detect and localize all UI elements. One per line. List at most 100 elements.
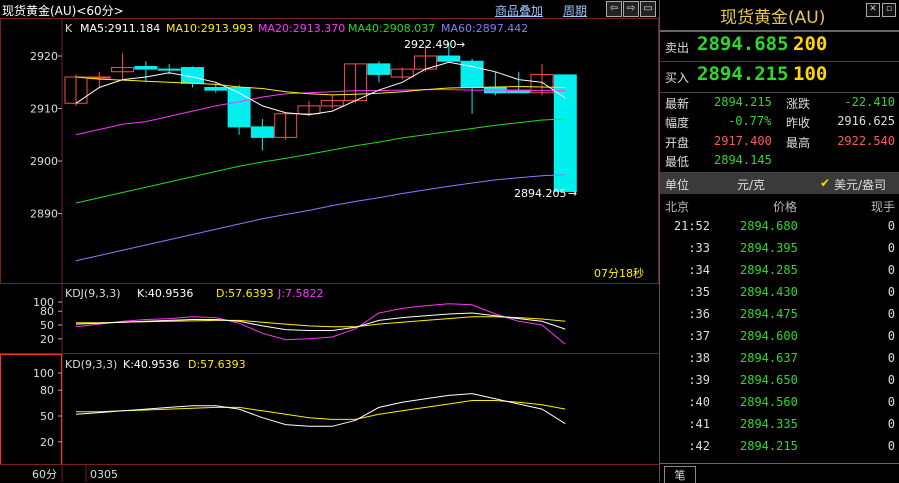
tab-ticks[interactable]: 笔 bbox=[664, 466, 696, 483]
tick-time: :36 bbox=[688, 307, 710, 321]
k-label: K bbox=[65, 22, 73, 35]
tick-row[interactable]: 21:52 2894.680 0 bbox=[660, 216, 899, 238]
candle-body bbox=[134, 66, 158, 70]
col-time: 北京 bbox=[665, 200, 690, 214]
restore-icon[interactable]: ▫ bbox=[882, 3, 896, 17]
unit-option[interactable]: 美元/盎司 bbox=[834, 176, 886, 193]
prev-icon[interactable]: ⇦ bbox=[606, 1, 622, 17]
chart-toolbar: 现货黄金(AU)<60分> 商品叠加 周期 ⇦ ⇨ ▭ bbox=[0, 0, 659, 18]
tick-volume: 0 bbox=[887, 241, 895, 255]
tick-time: 21:52 bbox=[673, 219, 710, 233]
kd-tick-label: 80 bbox=[40, 384, 54, 397]
tick-price: 2894.335 bbox=[740, 417, 798, 431]
tick-price: 2894.285 bbox=[740, 263, 798, 277]
kdj-tick-label: 80 bbox=[40, 305, 54, 318]
kd-title: KD(9,3,3) bbox=[65, 358, 117, 371]
high-value: 2922.540 bbox=[837, 134, 895, 148]
ma5-legend: MA5:2911.184 bbox=[80, 22, 160, 35]
tick-row[interactable]: :36 2894.475 0 bbox=[660, 304, 899, 326]
kd-d-value: D:57.6393 bbox=[188, 358, 246, 371]
ma40-line bbox=[75, 118, 566, 204]
tick-row[interactable]: :33 2894.395 0 bbox=[660, 238, 899, 260]
tick-row[interactable]: :34 2894.285 0 bbox=[660, 260, 899, 282]
tick-row[interactable]: :39 2894.650 0 bbox=[660, 370, 899, 392]
ma60-line bbox=[75, 174, 566, 262]
tick-volume: 0 bbox=[887, 395, 895, 409]
tick-price: 2894.680 bbox=[740, 219, 798, 233]
unit-value[interactable]: 元/克 bbox=[737, 176, 765, 193]
period-link[interactable]: 周期 bbox=[563, 2, 587, 19]
ma40-legend: MA40:2908.037 bbox=[348, 22, 435, 35]
y-tick-label: 2900 bbox=[30, 155, 58, 168]
tick-row[interactable]: :38 2894.637 0 bbox=[660, 348, 899, 370]
tick-row[interactable]: :42 2894.215 0 bbox=[660, 436, 899, 458]
tick-volume: 0 bbox=[887, 439, 895, 453]
buy-label: 买入 bbox=[665, 71, 690, 85]
unit-bar: 单位 元/克 ✔ 美元/盎司 bbox=[660, 173, 899, 194]
pct-label: 幅度 bbox=[665, 116, 690, 130]
window-icon[interactable]: ▭ bbox=[640, 1, 656, 17]
kdj-tick-label: 50 bbox=[40, 319, 54, 332]
tick-row[interactable]: :41 2894.335 0 bbox=[660, 414, 899, 436]
tick-time: :41 bbox=[688, 417, 710, 431]
sell-price: 2894.685 bbox=[697, 33, 789, 55]
candle-body bbox=[227, 87, 251, 128]
pct-value: -0.77% bbox=[728, 114, 772, 128]
kd-tick-label: 20 bbox=[40, 436, 54, 449]
latest-value: 2894.215 bbox=[714, 95, 772, 109]
kd-tick-label: 100 bbox=[33, 367, 54, 380]
tick-row[interactable]: :40 2894.560 0 bbox=[660, 392, 899, 414]
tick-time: :37 bbox=[688, 329, 710, 343]
prev-close-label: 昨收 bbox=[786, 116, 811, 130]
tick-price: 2894.395 bbox=[740, 241, 798, 255]
tick-time: :42 bbox=[688, 439, 710, 453]
candle-body bbox=[157, 68, 181, 71]
next-icon[interactable]: ⇨ bbox=[623, 1, 639, 17]
kd-k-value: K:40.9536 bbox=[123, 358, 179, 371]
tick-price: 2894.215 bbox=[740, 439, 798, 453]
low-annotation: 2894.205 bbox=[514, 187, 567, 200]
tick-volume: 0 bbox=[887, 329, 895, 343]
tick-price: 2894.637 bbox=[740, 351, 798, 365]
tick-price: 2894.475 bbox=[740, 307, 798, 321]
tab-bar: 笔 bbox=[660, 463, 899, 483]
candle-body bbox=[250, 126, 274, 138]
tick-volume: 0 bbox=[887, 263, 895, 277]
kdj-d-value: D:57.6393 bbox=[216, 287, 274, 300]
tick-price: 2894.650 bbox=[740, 373, 798, 387]
kdj-j-line bbox=[75, 303, 566, 345]
kdj-title: KDJ(9,3,3) bbox=[65, 287, 121, 300]
tick-volume: 0 bbox=[887, 285, 895, 299]
tick-time: :40 bbox=[688, 395, 710, 409]
quote-panel: 现货黄金(AU) ✕ ▫ 卖出 2894.685 200 买入 2894.215… bbox=[659, 0, 899, 483]
candle-body bbox=[204, 87, 228, 91]
candlestick-chart[interactable]: 2920291029002890100805020100805020 K MA5:… bbox=[0, 18, 659, 482]
instrument-title: 现货黄金(AU) bbox=[720, 8, 826, 28]
kdj-d-line bbox=[76, 316, 566, 328]
low-arrow: → bbox=[568, 187, 577, 200]
ma10-legend: MA10:2913.993 bbox=[166, 22, 253, 35]
high-arrow: → bbox=[456, 38, 465, 51]
y-tick-label: 2910 bbox=[30, 103, 58, 116]
col-price: 价格 bbox=[773, 200, 798, 214]
col-volume: 现手 bbox=[870, 200, 895, 214]
tick-price: 2894.600 bbox=[740, 329, 798, 343]
y-tick-label: 2920 bbox=[30, 50, 58, 63]
change-value: -22.410 bbox=[844, 95, 895, 109]
tick-volume: 0 bbox=[887, 219, 895, 233]
high-annotation: 2922.490 bbox=[404, 38, 457, 51]
tick-volume: 0 bbox=[887, 373, 895, 387]
close-icon[interactable]: ✕ bbox=[866, 3, 880, 17]
tick-time: :39 bbox=[688, 373, 710, 387]
tick-row[interactable]: :37 2894.600 0 bbox=[660, 326, 899, 348]
candle-body bbox=[437, 55, 461, 62]
tick-list[interactable]: 21:52 2894.680 0:33 2894.395 0:34 2894.285 0:3… bbox=[660, 216, 899, 460]
countdown: 07分18秒 bbox=[594, 266, 644, 280]
overlay-link[interactable]: 商品叠加 bbox=[495, 2, 543, 19]
kdj-tick-label: 20 bbox=[40, 333, 54, 346]
candle-body bbox=[367, 63, 391, 75]
unit-label: 单位 bbox=[665, 178, 690, 192]
kdj-k-value: K:40.9536 bbox=[137, 287, 193, 300]
tick-row[interactable]: :35 2894.430 0 bbox=[660, 282, 899, 304]
ma60-legend: MA60:2897.442 bbox=[441, 22, 528, 35]
